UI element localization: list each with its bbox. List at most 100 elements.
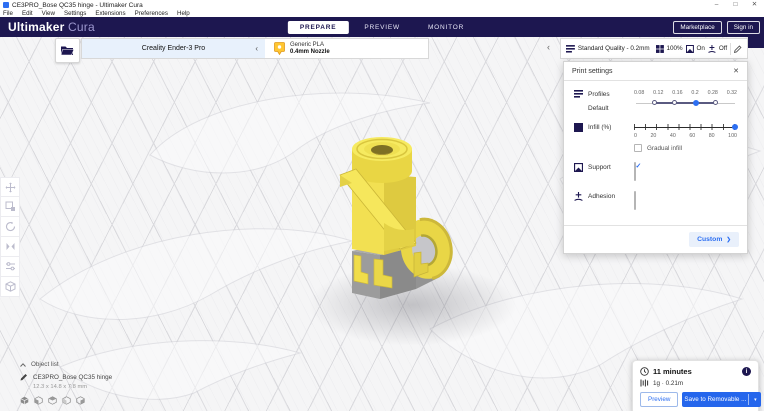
- window-title-bar: CE3PRO_Bose QC35 hinge - Ultimaker Cura …: [0, 0, 764, 10]
- preview-button[interactable]: Preview: [640, 392, 678, 407]
- move-tool-button[interactable]: [0, 177, 20, 197]
- profiles-label: Profiles: [588, 91, 610, 98]
- collapse-settings-icon[interactable]: ‹: [547, 42, 550, 52]
- object-list-label: Object list: [31, 361, 59, 368]
- custom-settings-button[interactable]: Custom ❯: [689, 232, 739, 247]
- machine-material-bar: Creality Ender-3 Pro ‹ Generic PLA 0.4mm…: [81, 38, 429, 59]
- profile-stop-016[interactable]: [672, 100, 677, 105]
- menu-item-edit[interactable]: Edit: [22, 10, 33, 17]
- marketplace-button[interactable]: Marketplace: [673, 21, 721, 34]
- menu-item-preferences[interactable]: Preferences: [135, 10, 168, 17]
- infill-tick-labels: 0 20 40 60 80 100: [634, 133, 737, 139]
- object-list-toggle[interactable]: Object list: [20, 361, 112, 368]
- support-label: Support: [588, 164, 611, 171]
- view-right-icon[interactable]: [76, 396, 85, 405]
- ultimaker-cura-logo: Ultimaker Cura: [8, 20, 95, 34]
- profiles-row: Profiles Default 0.08 0.12 0.16 0.2 0.28…: [574, 90, 737, 112]
- menu-item-settings[interactable]: Settings: [64, 10, 86, 17]
- chevron-up-icon: [20, 363, 26, 367]
- pencil-icon: [20, 373, 28, 381]
- support-icon: [686, 45, 694, 53]
- app-header: Ultimaker Cura PREPARE PREVIEW MONITOR M…: [0, 17, 764, 37]
- print-settings-title: Print settings: [572, 68, 612, 75]
- tab-preview[interactable]: PREVIEW: [352, 21, 412, 34]
- adhesion-checkbox[interactable]: [634, 191, 636, 210]
- support-row-icon: [574, 163, 583, 172]
- tab-monitor[interactable]: MONITOR: [416, 21, 476, 34]
- infill-slider-handle[interactable]: [732, 124, 738, 130]
- profile-stop-028[interactable]: [713, 100, 718, 105]
- support-state: On: [697, 45, 705, 52]
- infill-icon: [656, 45, 664, 53]
- save-to-removable-button[interactable]: Save to Removable ... ▾: [682, 392, 761, 407]
- adhesion-label: Adhesion: [588, 193, 615, 200]
- menu-bar: File Edit View Settings Extensions Prefe…: [0, 10, 764, 17]
- print-settings-panel: Print settings ✕ Profiles Default 0: [563, 61, 748, 254]
- minimize-button[interactable]: –: [707, 0, 726, 10]
- chevron-down-icon[interactable]: ▾: [749, 392, 761, 407]
- edit-pencil-icon[interactable]: [734, 45, 742, 53]
- infill-label: Infill (%): [588, 124, 611, 131]
- close-button[interactable]: ✕: [745, 0, 764, 10]
- layers-icon: [566, 45, 575, 53]
- profile-stop-02-selected[interactable]: [693, 100, 699, 106]
- adhesion-row-icon: [574, 192, 583, 201]
- per-model-settings-button[interactable]: [0, 257, 20, 277]
- gradual-infill-checkbox[interactable]: [634, 144, 642, 152]
- object-name: CE3PRO_Bose QC35 hinge: [33, 374, 112, 381]
- profile-stop-012[interactable]: [652, 100, 657, 105]
- maximize-button[interactable]: □: [726, 0, 745, 10]
- close-panel-icon[interactable]: ✕: [733, 67, 739, 75]
- sign-in-button[interactable]: Sign in: [727, 21, 760, 34]
- adhesion-state: Off: [719, 45, 727, 52]
- stage-tabs: PREPARE PREVIEW MONITOR: [288, 21, 476, 34]
- adhesion-row: Adhesion: [574, 192, 737, 210]
- scale-tool-button[interactable]: [0, 197, 20, 217]
- print-time: 11 minutes: [653, 367, 692, 376]
- rotate-tool-button[interactable]: [0, 217, 20, 237]
- printer-name: Creality Ender-3 Pro: [142, 45, 205, 52]
- view-3d-icon[interactable]: [20, 396, 29, 405]
- print-settings-bar[interactable]: Standard Quality - 0.2mm 100% On Off: [560, 38, 748, 59]
- object-dimensions: 12.3 x 14.8 x 7.8 mm: [33, 384, 112, 390]
- material-pin-icon: [274, 42, 285, 55]
- print-summary-card: 11 minutes i 1g · 0.21m Preview Save to …: [632, 360, 759, 411]
- support-checkbox[interactable]: [634, 162, 636, 181]
- material-name: Generic PLA: [290, 42, 330, 49]
- nozzle-size: 0.4mm Nozzle: [290, 49, 330, 56]
- camera-view-presets: [20, 396, 112, 405]
- folder-icon: [61, 45, 74, 56]
- view-top-icon[interactable]: [48, 396, 57, 405]
- chevron-right-icon: ❯: [726, 237, 731, 243]
- clock-icon: [640, 367, 649, 376]
- view-left-icon[interactable]: [62, 396, 71, 405]
- printer-selector[interactable]: Creality Ender-3 Pro ‹: [82, 39, 265, 58]
- menu-item-view[interactable]: View: [42, 10, 55, 17]
- app-icon: [3, 2, 9, 8]
- info-icon[interactable]: i: [742, 367, 751, 376]
- infill-square-icon: [574, 123, 583, 132]
- menu-item-extensions[interactable]: Extensions: [95, 10, 125, 17]
- infill-row: Infill (%) 0 20 40 60 80 10: [574, 123, 737, 152]
- object-list-panel: Object list CE3PRO_Bose QC35 hinge 12.3 …: [20, 361, 112, 405]
- infill-slider[interactable]: [634, 123, 737, 131]
- open-file-button[interactable]: [55, 38, 80, 63]
- header-corner-fill: [748, 37, 764, 48]
- mirror-tool-button[interactable]: [0, 237, 20, 257]
- material-selector[interactable]: Generic PLA 0.4mm Nozzle: [265, 39, 428, 58]
- profiles-layers-icon: [574, 90, 583, 98]
- collapse-left-icon[interactable]: ‹: [255, 44, 258, 53]
- support-blocker-button[interactable]: [0, 277, 20, 297]
- view-front-icon[interactable]: [34, 396, 43, 405]
- model-3d-object[interactable]: [328, 127, 462, 307]
- spool-icon: [640, 379, 649, 387]
- object-list-item[interactable]: CE3PRO_Bose QC35 hinge: [20, 373, 112, 381]
- adhesion-icon: [708, 45, 716, 53]
- menu-item-help[interactable]: Help: [177, 10, 190, 17]
- support-row: Support: [574, 163, 737, 181]
- tool-toolbar: [0, 177, 20, 297]
- menu-item-file[interactable]: File: [3, 10, 13, 17]
- tab-prepare[interactable]: PREPARE: [288, 21, 349, 34]
- infill-value: 100%: [667, 45, 683, 52]
- profile-slider[interactable]: [634, 99, 737, 107]
